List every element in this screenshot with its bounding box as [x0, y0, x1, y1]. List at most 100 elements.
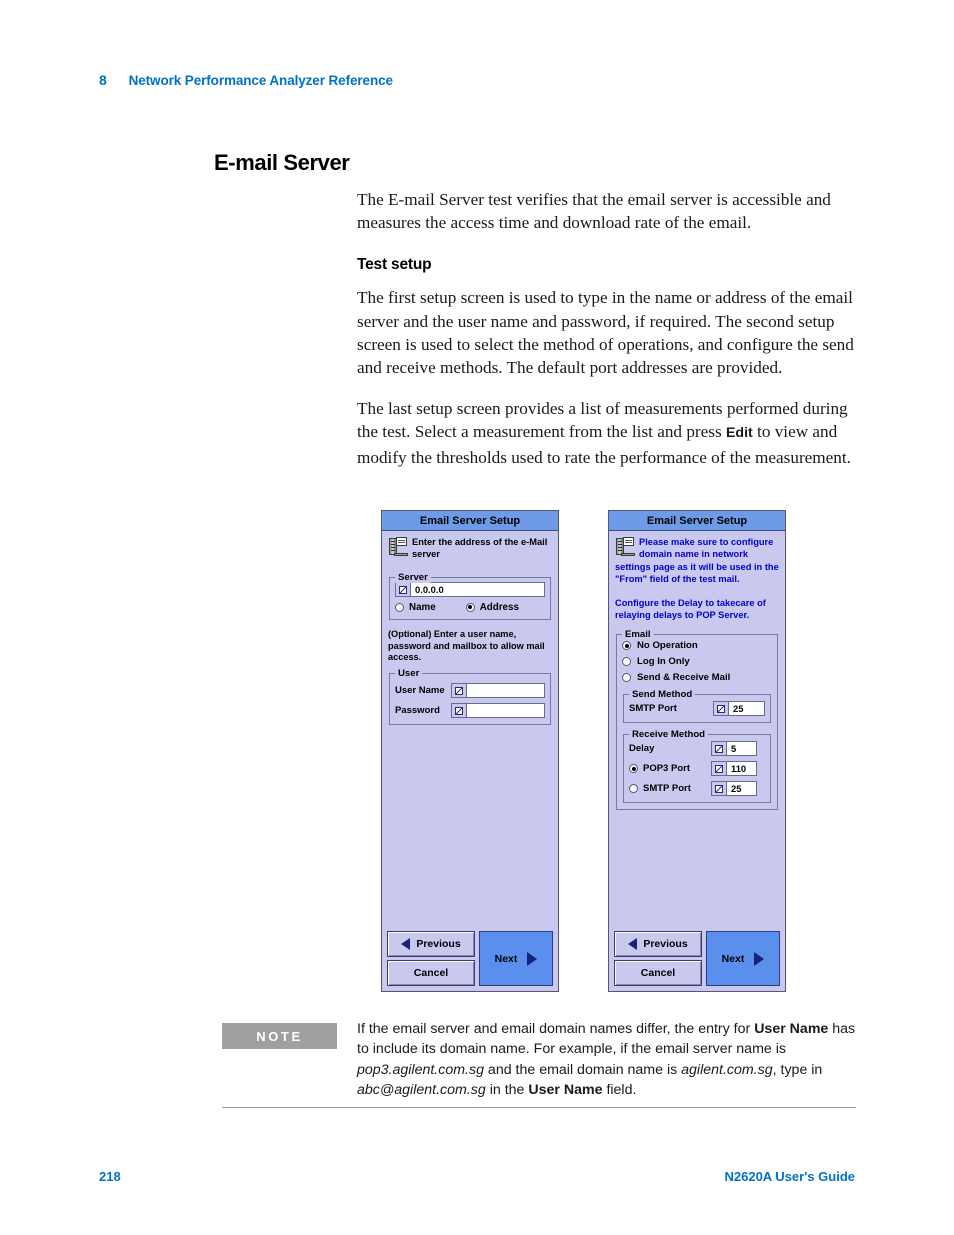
password-row: Password — [395, 703, 545, 719]
server-address-value: 0.0.0.0 — [415, 583, 444, 595]
note-seg-2: User Name — [754, 1021, 829, 1037]
delay-input[interactable]: 5 — [711, 741, 757, 757]
cancel-button-label: Cancel — [413, 967, 449, 979]
setup-paragraph-1: The first setup screen is used to type i… — [357, 288, 854, 378]
radio-no-operation-icon[interactable] — [622, 641, 631, 651]
next-button-label: Next — [494, 952, 518, 965]
previous-button-label: Previous — [643, 938, 688, 950]
page-title: E-mail Server — [214, 150, 350, 175]
radio-option-name[interactable]: Name — [395, 602, 436, 613]
user-name-input[interactable] — [451, 683, 545, 699]
dialog-body-right: Please make sure to configure domain nam… — [609, 531, 785, 924]
dialog-buttons-left: Previous Cancel Next — [382, 924, 558, 991]
cancel-button[interactable]: Cancel — [614, 960, 702, 986]
next-button[interactable]: Next — [479, 931, 553, 986]
note-seg-5: and the email domain name is — [483, 1061, 682, 1078]
chapter-title: Network Performance Analyzer Reference — [128, 73, 393, 88]
next-button[interactable]: Next — [706, 931, 780, 986]
note-seg-10: User Name — [528, 1082, 603, 1099]
note-seg-1: If the email server and email domain nam… — [357, 1021, 755, 1037]
pop3-port-input[interactable]: 110 — [711, 761, 757, 777]
user-name-label: User Name — [395, 685, 445, 697]
intro-paragraph: The E-mail Server test verifies that the… — [357, 190, 831, 233]
screenshot-figure: Email Server Setup Enter the address of … — [381, 510, 791, 992]
receive-method-groupbox: Receive Method Delay 5 POP3 Port 110 SMT… — [623, 729, 771, 804]
radio-send-receive-mail-label: Send & Receive Mail — [637, 672, 731, 684]
cancel-button-label: Cancel — [640, 967, 676, 979]
note-seg-11: field. — [602, 1082, 637, 1099]
radio-option-no-operation[interactable]: No Operation — [622, 640, 772, 651]
radio-log-in-only-icon[interactable] — [622, 657, 631, 667]
note-seg-8: abc@agilent.com.sg — [357, 1082, 486, 1099]
radio-smtp-port-receive-icon[interactable] — [629, 784, 638, 794]
chevron-right-icon — [754, 951, 765, 966]
dialog-title-left: Email Server Setup — [382, 511, 558, 531]
keyboard-picker-icon[interactable] — [452, 704, 467, 718]
footer-page-number: 218 — [99, 1169, 121, 1184]
radio-address-icon[interactable] — [465, 602, 475, 612]
radio-name-icon[interactable] — [395, 602, 404, 612]
radio-address-label: Address — [479, 601, 519, 613]
delay-value: 5 — [731, 743, 737, 755]
smtp-port-send-input[interactable]: 25 — [713, 701, 765, 717]
pop3-port-row: POP3 Port 110 — [629, 761, 765, 777]
keyboard-picker-icon[interactable] — [714, 702, 729, 716]
info-text-right: Please make sure to configure domain nam… — [615, 536, 779, 586]
smtp-port-send-label: SMTP Port — [629, 703, 677, 715]
radio-option-smtp-port-receive[interactable]: SMTP Port — [629, 783, 711, 794]
dialog-buttons-right: Previous Cancel Next — [609, 924, 785, 991]
password-input[interactable] — [451, 703, 545, 719]
footer-guide-title: N2620A User's Guide — [724, 1169, 855, 1184]
dialog-title-right: Email Server Setup — [609, 511, 785, 531]
test-setup-subheading: Test setup — [357, 256, 432, 274]
setup-paragraph-2: The last setup screen provides a list of… — [357, 397, 857, 469]
keyboard-picker-icon[interactable] — [712, 782, 727, 796]
body-column: The E-mail Server test verifies that the… — [357, 188, 857, 487]
note-seg-6: agilent.com.sg — [681, 1061, 773, 1078]
button-stack-left: Previous Cancel — [387, 931, 475, 986]
edit-keyword: Edit — [725, 425, 753, 442]
password-label: Password — [395, 705, 440, 717]
email-groupbox: Email No Operation Log In Only Send & Re… — [616, 629, 778, 811]
server-address-input[interactable]: 0.0.0.0 — [395, 581, 545, 597]
info-text-right-label: Please make sure to configure domain nam… — [615, 537, 779, 585]
cancel-button[interactable]: Cancel — [387, 960, 475, 986]
receive-method-legend: Receive Method — [629, 729, 709, 741]
radio-pop3-port-icon[interactable] — [629, 764, 638, 774]
chevron-right-icon — [527, 951, 538, 966]
delay-label: Delay — [629, 743, 655, 755]
delay-note-text: Configure the Delay to takecare of relay… — [615, 597, 766, 621]
note-seg-4: pop3.agilent.com.sg — [357, 1061, 484, 1078]
next-button-label: Next — [721, 952, 745, 965]
previous-button[interactable]: Previous — [387, 931, 475, 957]
radio-option-send-receive-mail[interactable]: Send & Receive Mail — [622, 672, 772, 683]
keyboard-picker-icon[interactable] — [712, 762, 727, 776]
keyboard-picker-icon[interactable] — [452, 684, 467, 698]
server-icon — [389, 537, 408, 556]
note-label: NOTE — [222, 1023, 337, 1049]
previous-button[interactable]: Previous — [614, 931, 702, 957]
radio-option-log-in-only[interactable]: Log In Only — [622, 656, 772, 667]
keyboard-picker-icon[interactable] — [712, 742, 727, 756]
server-icon — [616, 537, 635, 556]
note-seg-7: , type in — [772, 1061, 823, 1078]
server-group-legend: Server — [395, 571, 431, 583]
radio-send-receive-mail-icon[interactable] — [622, 673, 631, 683]
radio-no-operation-label: No Operation — [637, 640, 698, 652]
keyboard-picker-icon[interactable] — [396, 582, 411, 596]
email-group-legend: Email — [622, 629, 654, 641]
radio-option-pop3-port[interactable]: POP3 Port — [629, 763, 711, 774]
button-stack-right: Previous Cancel — [614, 931, 702, 986]
radio-name-label: Name — [409, 601, 436, 613]
smtp-port-send-row: SMTP Port 25 — [629, 701, 765, 717]
smtp-port-send-value: 25 — [733, 703, 744, 715]
horizontal-rule — [222, 1107, 856, 1108]
user-hint-text: (Optional) Enter a user name, password a… — [388, 628, 545, 663]
pop3-port-label: POP3 Port — [643, 763, 690, 775]
smtp-port-receive-input[interactable]: 25 — [711, 781, 757, 797]
email-server-setup-dialog-1: Email Server Setup Enter the address of … — [381, 510, 559, 992]
running-header: 8 Network Performance Analyzer Reference — [99, 72, 393, 88]
user-group-legend: User — [395, 668, 423, 680]
user-groupbox: User User Name Password — [389, 668, 551, 726]
radio-option-address[interactable]: Address — [465, 601, 519, 613]
